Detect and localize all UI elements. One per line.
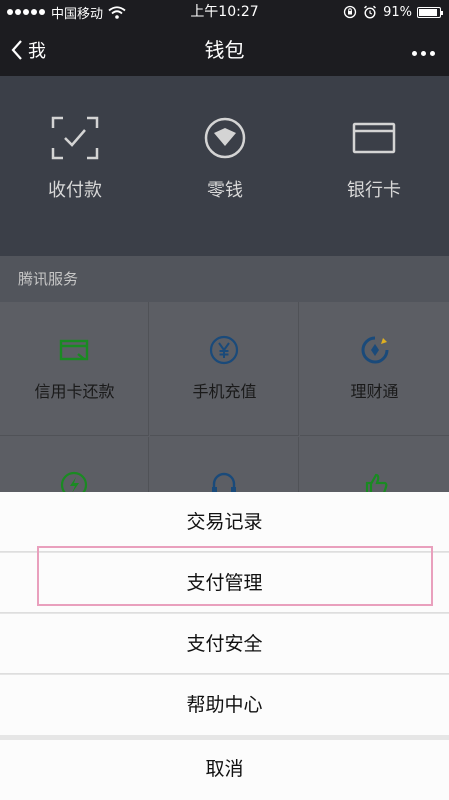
top-action-label: 零钱 bbox=[207, 180, 243, 201]
service-credit-card-repay[interactable]: 信用卡还款 bbox=[0, 302, 149, 436]
action-sheet: 交易记录 支付管理 支付安全 帮助中心 取消 bbox=[0, 492, 449, 800]
section-header: 腾讯服务 bbox=[0, 256, 449, 302]
sheet-item-transactions[interactable]: 交易记录 bbox=[0, 492, 449, 552]
wallet-top-actions: 收付款 零钱 银行卡 bbox=[0, 76, 449, 256]
bank-card-icon bbox=[352, 122, 396, 154]
service-wealth[interactable]: 理财通 bbox=[300, 302, 449, 436]
wealth-icon bbox=[361, 336, 388, 364]
page-title: 钱包 bbox=[204, 38, 245, 62]
wallet-coin-icon bbox=[204, 117, 246, 159]
sheet-item-payment-security[interactable]: 支付安全 bbox=[0, 614, 449, 674]
status-right: 91% bbox=[343, 0, 443, 24]
service-label: 信用卡还款 bbox=[34, 382, 115, 401]
battery-fill bbox=[419, 8, 438, 16]
top-action-receive-pay[interactable]: 收付款 bbox=[0, 76, 150, 256]
orientation-lock-icon bbox=[343, 5, 357, 19]
service-label: 理财通 bbox=[350, 382, 399, 401]
alarm-icon bbox=[364, 5, 377, 19]
more-button[interactable] bbox=[408, 24, 435, 76]
service-label: 手机充值 bbox=[192, 382, 257, 401]
battery-icon bbox=[417, 6, 443, 18]
section-title: 腾讯服务 bbox=[18, 270, 79, 288]
top-action-bank-card[interactable]: 银行卡 bbox=[299, 76, 449, 256]
cancel-button[interactable]: 取消 bbox=[0, 740, 449, 800]
sheet-item-help-center[interactable]: 帮助中心 bbox=[0, 675, 449, 735]
yen-coin-icon bbox=[209, 335, 239, 365]
sheet-item-payment-management[interactable]: 支付管理 bbox=[0, 553, 449, 613]
nav-bar: 我 钱包 bbox=[0, 24, 449, 76]
top-action-change[interactable]: 零钱 bbox=[150, 76, 300, 256]
top-action-label: 银行卡 bbox=[347, 180, 401, 201]
credit-card-icon bbox=[59, 339, 89, 361]
top-action-label: 收付款 bbox=[48, 180, 102, 201]
service-phone-topup[interactable]: 手机充值 bbox=[150, 302, 299, 436]
status-bar: 中国移动 上午10:27 91% bbox=[0, 0, 449, 24]
more-dots-icon bbox=[408, 41, 435, 60]
scan-pay-icon bbox=[51, 116, 99, 160]
battery-percent: 91% bbox=[383, 4, 412, 20]
